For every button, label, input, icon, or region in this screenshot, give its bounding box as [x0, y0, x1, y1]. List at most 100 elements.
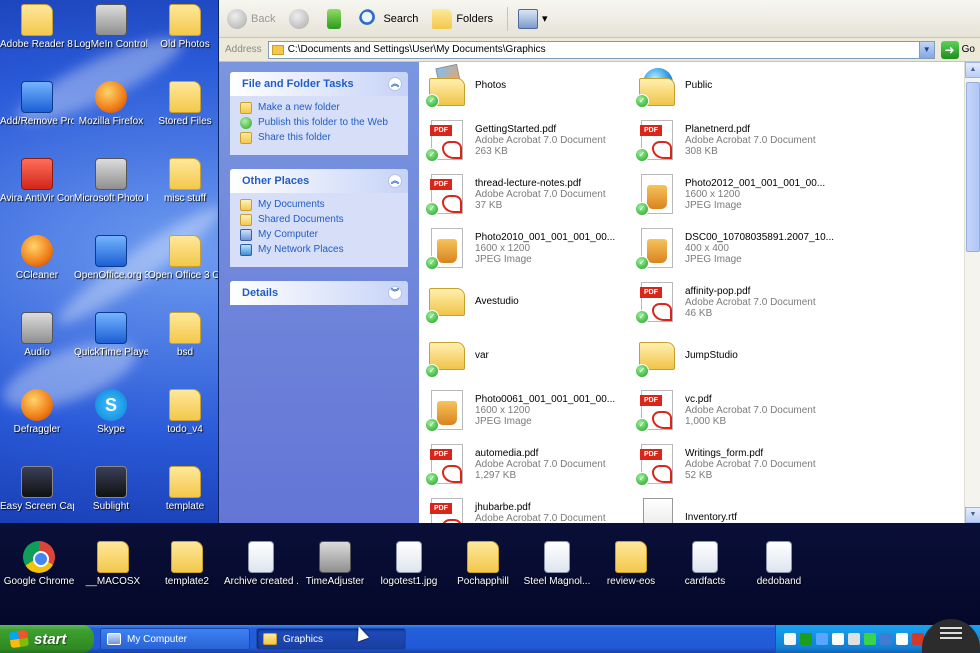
folder-icon	[21, 4, 53, 36]
vertical-scrollbar[interactable]: ▲ ▼	[964, 62, 980, 523]
time-adjuster-icon	[319, 541, 351, 573]
desktop-icon[interactable]: logotest1.jpg	[372, 541, 446, 587]
tray-icons	[784, 633, 928, 645]
task-link[interactable]: My Network Places	[240, 244, 398, 256]
tray-icon[interactable]	[784, 633, 796, 645]
forward-button[interactable]	[289, 8, 313, 29]
desktop-icon[interactable]: Open Office 3 Open ...	[148, 235, 222, 281]
start-button[interactable]: start	[0, 625, 94, 653]
file-item[interactable]: Inventory.rtf	[635, 496, 885, 523]
desktop-icon[interactable]: Add/Remove Programs	[0, 81, 74, 127]
desktop-icon[interactable]: Mozilla Firefox	[74, 81, 148, 127]
desktop-icon[interactable]: Stored Files	[148, 81, 222, 127]
address-dropdown-button[interactable]: ▼	[918, 40, 935, 59]
desktop-icon[interactable]: __MACOSX	[76, 541, 150, 587]
scroll-up-button[interactable]: ▲	[965, 62, 980, 78]
pdf-file-icon: ✓	[425, 442, 469, 486]
task-link[interactable]: Publish this folder to the Web	[240, 117, 398, 129]
tray-icon[interactable]	[816, 633, 828, 645]
folders-label: Folders	[456, 12, 494, 25]
desktop-icon-label: logotest1.jpg	[380, 576, 438, 587]
desktop-icon[interactable]: Old Photos	[148, 4, 222, 50]
file-name: affinity-pop.pdf	[685, 286, 751, 297]
scroll-thumb[interactable]	[966, 82, 980, 252]
desktop-icon[interactable]: cardfacts	[668, 541, 742, 587]
tray-icon[interactable]	[896, 633, 908, 645]
file-meta: Writings_form.pdf Adobe Acrobat 7.0 Docum…	[685, 442, 816, 481]
desktop-icon[interactable]: OpenOffice.org 3.0	[74, 235, 148, 281]
file-item[interactable]: ✓ Writings_form.pdfAdobe Acrobat 7.0 Docu…	[635, 442, 885, 496]
desktop-icon-label: OpenOffice.org 3.0	[74, 270, 148, 281]
address-field[interactable]: C:\Documents and Settings\User\My Docume…	[267, 40, 920, 59]
search-button[interactable]: Search	[359, 8, 418, 29]
collapse-chevron-icon[interactable]: ︽	[388, 77, 402, 91]
back-button[interactable]: Back	[227, 8, 275, 29]
desktop-icon[interactable]: Google Chrome	[2, 541, 76, 587]
up-button[interactable]	[327, 8, 345, 29]
task-link[interactable]: Shared Documents	[240, 214, 398, 226]
file-type: 400 x 400	[685, 243, 729, 254]
desktop-icon[interactable]: CCleaner	[0, 235, 74, 281]
task-link[interactable]: Share this folder	[240, 132, 398, 144]
desktop-icon[interactable]: Adobe Reader 8 Compatible	[0, 4, 74, 50]
file-name: Writings_form.pdf	[685, 448, 764, 459]
desktop-icon[interactable]: LogMeIn Control	[74, 4, 148, 50]
desktop-icon-label: TimeAdjuster	[305, 576, 365, 587]
file-item[interactable]: ✓ Photo2012_001_001_001_00... 1600 x 1200 J…	[635, 172, 885, 226]
file-item[interactable]: ✓ affinity-pop.pdfAdobe Acrobat 7.0 Docum…	[635, 280, 885, 334]
task-link-label: My Documents	[258, 199, 325, 210]
desktop-icon[interactable]: Microsoft Photo Editor	[74, 158, 148, 204]
desktop-icon[interactable]: Easy Screen Capture Video	[0, 466, 74, 512]
details-header[interactable]: Details ︾	[230, 281, 408, 305]
desktop-icon[interactable]: QuickTime Player	[74, 312, 148, 358]
desktop-icon[interactable]: Sublight	[74, 466, 148, 512]
file-and-folder-tasks-panel: File and Folder Tasks ︽ Make a new folde…	[230, 72, 408, 155]
add-remove-icon	[21, 81, 53, 113]
desktop-icon[interactable]: TimeAdjuster	[298, 541, 372, 587]
desktop-icon[interactable]: Audio	[0, 312, 74, 358]
views-button[interactable]: ▾	[518, 8, 548, 29]
taskbar-button[interactable]: My Computer	[100, 628, 250, 650]
task-link[interactable]: My Computer	[240, 229, 398, 241]
desktop-icon[interactable]: todo_v4	[148, 389, 222, 435]
tray-icon[interactable]	[832, 633, 844, 645]
sync-check-icon: ✓	[425, 94, 439, 108]
file-item[interactable]: ✓ Planetnerd.pdfAdobe Acrobat 7.0 Documen…	[635, 118, 885, 172]
file-and-folder-tasks-header[interactable]: File and Folder Tasks ︽	[230, 72, 408, 96]
desktop-icon[interactable]: Archive created ...	[224, 541, 298, 587]
menu-overlay-icon[interactable]	[922, 619, 980, 653]
file-item[interactable]: ✓ DSC00_10708035891.2007_10... 400 x 400 JP…	[635, 226, 885, 280]
file-item[interactable]: ✓ vc.pdfAdobe Acrobat 7.0 Document1,000 K…	[635, 388, 885, 442]
expand-chevron-icon[interactable]: ︾	[388, 286, 402, 300]
desktop-icon[interactable]: misc stuff	[148, 158, 222, 204]
go-arrow-icon: ➜	[940, 40, 959, 59]
desktop-icon[interactable]: Defraggler	[0, 389, 74, 435]
desktop-icon[interactable]: template2	[150, 541, 224, 587]
desktop-icon[interactable]: dedoband	[742, 541, 816, 587]
desktop-icon[interactable]: bsd	[148, 312, 222, 358]
task-link[interactable]: Make a new folder	[240, 102, 398, 114]
taskbar-button[interactable]: Graphics	[256, 628, 406, 650]
other-places-header[interactable]: Other Places ︽	[230, 169, 408, 193]
tray-icon[interactable]	[864, 633, 876, 645]
desktop-icon[interactable]: Avira AntiVir Control Center	[0, 158, 74, 204]
file-meta: GettingStarted.pdf Adobe Acrobat 7.0 Docu…	[475, 118, 606, 157]
skype-icon: S	[95, 389, 127, 421]
go-button[interactable]: ➜ Go	[940, 40, 975, 59]
file-item[interactable]: ✓ Public	[635, 64, 885, 118]
task-link[interactable]: My Documents	[240, 199, 398, 211]
desktop-icon[interactable]: S Skype	[74, 389, 148, 435]
tray-icon[interactable]	[848, 633, 860, 645]
desktop-icon[interactable]: template	[148, 466, 222, 512]
folders-button[interactable]: Folders	[432, 8, 494, 29]
file-item[interactable]: ✓ JumpStudio	[635, 334, 885, 388]
tray-icon[interactable]	[880, 633, 892, 645]
desktop-icon[interactable]: review-eos	[594, 541, 668, 587]
desktop-icon[interactable]: Steel Magnol...	[520, 541, 594, 587]
desktop-icon[interactable]: Pochapphill	[446, 541, 520, 587]
text-document-icon	[643, 498, 673, 523]
tray-icon[interactable]	[800, 633, 812, 645]
collapse-chevron-icon[interactable]: ︽	[388, 174, 402, 188]
desktop-icon-label: template	[165, 501, 205, 512]
scroll-down-button[interactable]: ▼	[965, 507, 980, 523]
